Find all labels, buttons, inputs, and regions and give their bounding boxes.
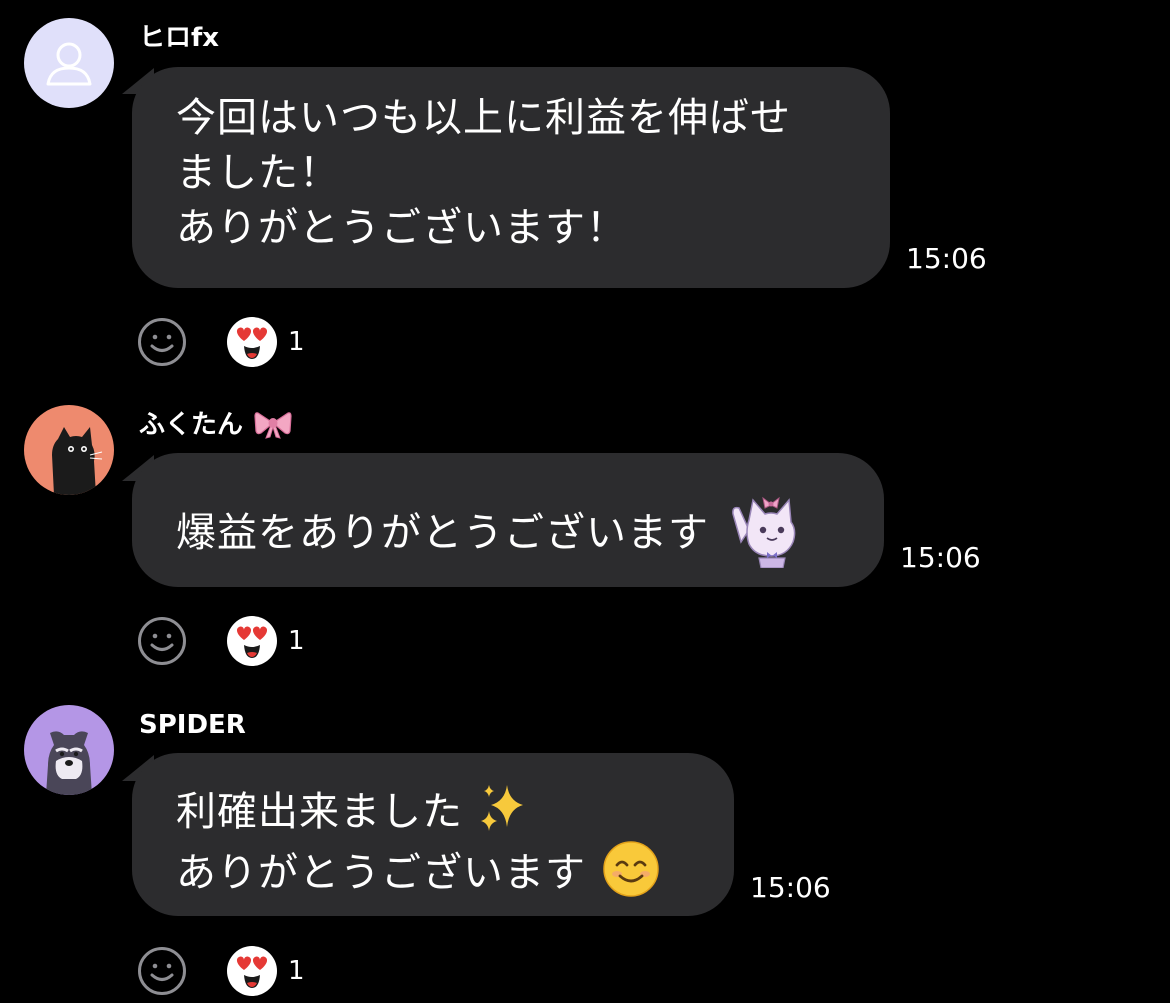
smiley-outline-icon xyxy=(138,318,186,366)
message-timestamp: 15:06 xyxy=(906,242,987,275)
reaction-badge[interactable] xyxy=(227,946,277,996)
sender-name: ヒロfx xyxy=(139,23,220,53)
message-line-text: 利確出来ました xyxy=(176,789,463,835)
smiley-outline-icon xyxy=(138,617,186,665)
message-line-text: 爆益をありがとうございます xyxy=(176,510,709,556)
sender-name-text: ふくたん xyxy=(139,410,244,440)
add-reaction-button[interactable] xyxy=(137,616,187,666)
heart-eyes-face-icon xyxy=(236,327,268,359)
smiley-outline-icon xyxy=(138,947,186,995)
waving-cat-sticker-icon xyxy=(731,496,796,568)
reaction-badge[interactable] xyxy=(227,616,277,666)
reaction-badge[interactable] xyxy=(227,317,277,367)
message-timestamp: 15:06 xyxy=(900,541,981,574)
schnauzer-dog-icon xyxy=(46,731,92,795)
reaction-count: 1 xyxy=(288,956,305,986)
sender-name: SPIDER xyxy=(139,710,246,740)
message-line: ありがとうございます xyxy=(176,840,690,901)
reaction-count: 1 xyxy=(288,327,305,357)
message-line: ました！ xyxy=(176,150,340,196)
black-cat-icon xyxy=(52,427,103,495)
message-bubble[interactable]: 今回はいつも以上に利益を伸ばせ ました！ ありがとうございます！ xyxy=(132,67,890,288)
smiling-face-icon xyxy=(602,841,659,897)
avatar[interactable] xyxy=(24,18,114,108)
sender-name: ふくたん xyxy=(139,409,292,441)
heart-eyes-face-icon xyxy=(236,626,268,658)
avatar[interactable] xyxy=(24,405,114,495)
avatar[interactable] xyxy=(24,705,114,795)
message-bubble[interactable]: 利確出来ました ありがとうございます xyxy=(132,753,734,916)
person-outline-icon xyxy=(46,42,92,86)
add-reaction-button[interactable] xyxy=(137,317,187,367)
ribbon-bow-icon xyxy=(254,412,292,439)
message-line-text: ありがとうございます xyxy=(176,850,586,896)
heart-eyes-face-icon xyxy=(236,956,268,988)
message-line: ありがとうございます！ xyxy=(176,205,627,251)
add-reaction-button[interactable] xyxy=(137,946,187,996)
sparkles-icon xyxy=(480,785,523,831)
message-line: 今回はいつも以上に利益を伸ばせ xyxy=(176,95,791,141)
message-timestamp: 15:06 xyxy=(750,871,831,904)
message-line: 利確出来ました xyxy=(176,781,690,840)
message-bubble[interactable]: 爆益をありがとうございます xyxy=(132,453,884,587)
reaction-count: 1 xyxy=(288,626,305,656)
message-line: 爆益をありがとうございます xyxy=(176,492,840,568)
